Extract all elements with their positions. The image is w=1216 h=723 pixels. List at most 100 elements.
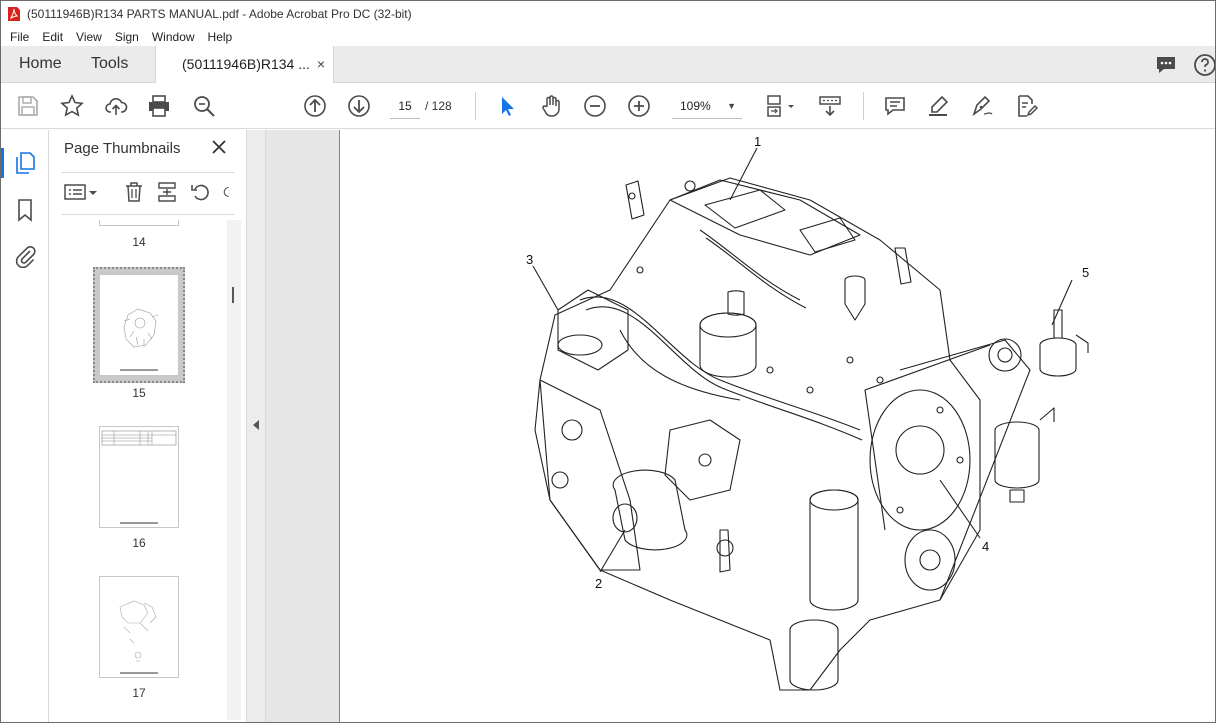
print-button[interactable] [146,93,172,119]
panel-divider [61,172,235,173]
menu-file[interactable]: File [10,30,29,44]
page-thumbnails-icon[interactable] [13,151,37,175]
chevron-down-icon: ▼ [727,101,736,111]
bookmarks-icon[interactable] [13,198,37,222]
menu-window[interactable]: Window [152,30,195,44]
arrow-up-circle-icon [304,95,326,117]
scroll-mode-button[interactable] [816,93,844,119]
current-page-input[interactable]: 15 [390,93,420,119]
cursor-arrow-icon [502,97,514,116]
callout-label: 1 [754,134,762,149]
edit-pdf-button[interactable] [1013,93,1039,119]
close-tab-icon[interactable]: × [317,46,325,83]
bookmark-star-button[interactable] [59,93,85,119]
printer-icon [149,95,169,117]
page-display-button[interactable] [764,93,800,119]
tab-home[interactable]: Home [19,46,62,82]
tab-document-label: (50111946B)R134 ... [182,56,310,72]
star-icon [60,94,84,117]
page-thumbnail-label: 14 [132,235,146,249]
acrobat-window: (50111946B)R134 PARTS MANUAL.pdf - Adobe… [0,0,1216,723]
toolbar-separator [475,92,476,120]
thumbnail-options-button[interactable] [62,180,100,204]
attachments-paperclip-icon[interactable] [13,244,37,268]
rotate-page-button[interactable] [189,180,213,204]
upload-cloud-button[interactable] [103,93,129,119]
panel-divider [61,214,235,215]
save-button[interactable] [15,93,41,119]
panel-collapse-gutter[interactable] [246,130,266,722]
close-icon[interactable] [211,139,227,155]
left-navigation-rail [1,130,49,722]
hand-icon [542,95,560,117]
page-thumbnail-15[interactable] [99,274,179,376]
zoom-level-select[interactable]: 109% ▼ [672,93,742,119]
callout-label: 3 [526,252,534,267]
plus-circle-icon [628,95,650,117]
delete-page-button[interactable] [122,180,146,204]
keyboard-scroll-icon [819,96,841,117]
engine-thumbnail-image [120,308,159,371]
menu-view[interactable]: View [76,30,102,44]
main-toolbar: 15 / 128 109% ▼ [1,83,1215,129]
thumbnails-scrollbar[interactable] [227,220,241,720]
insert-page-button[interactable] [155,180,179,204]
page-thumbnail-label: 17 [132,686,146,700]
callout-label: 2 [595,576,603,591]
fit-page-icon [767,95,794,117]
thumbnails-list[interactable]: 14 15 16 17 [49,220,229,722]
next-page-button[interactable] [346,93,372,119]
toolbar-separator [863,92,864,120]
page-thumbnail-label: 16 [132,536,146,550]
zoom-level-value: 109% [680,99,711,113]
zoom-out-button[interactable] [582,93,608,119]
document-view[interactable]: 1 2 3 4 5 [266,130,1215,722]
tab-tools[interactable]: Tools [91,46,128,82]
parts-table-thumbnail-image [101,430,177,524]
zoom-in-button[interactable] [626,93,652,119]
tab-document[interactable]: (50111946B)R134 ... × [155,46,334,83]
callout-label: 5 [1082,265,1090,280]
options-list-icon [64,184,97,200]
panel-title: Page Thumbnails [64,140,181,157]
page-thumbnail-16[interactable] [99,426,179,528]
add-comment-button[interactable] [882,93,908,119]
hand-tool-button[interactable] [538,93,564,119]
pdf-page: 1 2 3 4 5 [339,130,1215,722]
select-tool-button[interactable] [494,93,520,119]
menu-help[interactable]: Help [208,30,233,44]
page-thumbnail-label: 15 [132,386,146,400]
rotate-counterclockwise-icon [191,184,209,201]
minus-circle-icon [584,95,606,117]
help-icon[interactable] [1193,53,1216,77]
save-icon [18,96,38,116]
highlighter-pen-icon [929,95,949,116]
menu-bar: File Edit View Sign Window Help [1,27,1215,46]
rotate-clockwise-icon [223,187,229,197]
page-count-label: / 128 [425,99,452,113]
window-title: (50111946B)R134 PARTS MANUAL.pdf - Adobe… [27,7,412,21]
menu-sign[interactable]: Sign [115,30,139,44]
find-zoom-button[interactable] [191,93,217,119]
page-thumbnail-17[interactable] [99,576,179,678]
comment-icon [885,97,905,116]
menu-edit[interactable]: Edit [42,30,63,44]
previous-page-button[interactable] [302,93,328,119]
magnifier-icon [194,96,215,117]
highlight-button[interactable] [926,93,952,119]
insert-pages-icon [158,182,176,202]
edit-document-icon [1018,95,1038,117]
diagram-thumbnail-image [119,600,158,674]
draw-button[interactable] [969,93,995,119]
page-thumbnail-14[interactable] [99,220,179,226]
collapse-panel-icon[interactable] [253,420,259,430]
comment-bubble-icon[interactable] [1154,53,1178,77]
tab-bar: Home Tools (50111946B)R134 ... × [1,46,1215,83]
rotate-clockwise-button[interactable] [221,180,235,204]
engine-exploded-diagram [532,147,1089,691]
active-indicator [1,148,4,178]
page-thumbnails-panel: Page Thumbnails 14 15 16 17 [49,130,246,722]
cloud-upload-icon [105,98,128,115]
pen-nib-icon [972,95,993,117]
scrollbar-grip[interactable] [232,287,234,303]
